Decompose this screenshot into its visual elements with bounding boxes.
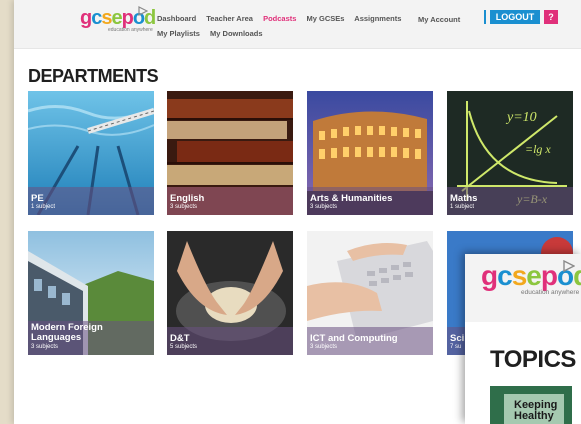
nav-my-downloads[interactable]: My Downloads — [210, 29, 263, 38]
logo-letter: e — [526, 260, 542, 291]
nav-teacher-area[interactable]: Teacher Area — [206, 14, 253, 23]
logo-letter: e — [111, 7, 122, 29]
logo-letter: s — [511, 260, 528, 291]
help-button[interactable]: ? — [544, 10, 558, 24]
topics-title: TOPICS — [490, 346, 576, 373]
nav-podcasts[interactable]: Podcasts — [263, 14, 296, 23]
site-logo[interactable]: gcsepod education anywhere — [80, 6, 156, 34]
department-name: ICT and Computing — [310, 333, 398, 344]
subject-count: 7 su — [450, 344, 462, 350]
header-divider — [484, 10, 486, 24]
logo-tagline: education anywhere — [108, 27, 153, 33]
subject-count: 3 subjects — [310, 344, 338, 350]
topic-card-label: Keeping Healthy — [514, 400, 557, 422]
nav-my-gcses[interactable]: My GCSEs — [307, 14, 345, 23]
logo-letter: c — [91, 7, 102, 29]
nav-dashboard[interactable]: Dashboard — [157, 14, 196, 23]
tile-caption — [28, 187, 154, 215]
topic-card-keeping-healthy[interactable]: Keeping Healthy — [490, 386, 572, 424]
my-account-link[interactable]: My Account — [418, 15, 460, 24]
subject-count: 3 subjects — [310, 204, 338, 210]
logo-letter: p — [121, 7, 134, 29]
topic-card-label-line2: Healthy — [514, 410, 554, 422]
svg-text:=lg x: =lg x — [525, 142, 551, 156]
subject-count: 1 subject — [450, 204, 475, 210]
department-name: D&T — [170, 333, 190, 344]
department-name: Maths — [450, 193, 478, 204]
department-tile-arts-humanities[interactable]: Arts & Humanities 3 subjects — [307, 91, 433, 215]
primary-nav: Dashboard Teacher Area Podcasts My GCSEs… — [157, 14, 409, 23]
site-header: gcsepod education anywhere Dashboard Tea… — [14, 0, 581, 49]
department-name-line2: Languages — [31, 331, 82, 343]
subject-count: 3 subjects — [170, 204, 198, 210]
department-name: Modern Foreign Languages — [31, 323, 103, 342]
department-tile-modern-foreign-languages[interactable]: Modern Foreign Languages 3 subjects — [28, 231, 154, 355]
logout-button[interactable]: LOGOUT — [490, 10, 540, 24]
logo-letter: s — [101, 7, 112, 29]
podcast-play-icon — [563, 260, 575, 272]
logo-letter: g — [481, 260, 498, 291]
logo-tagline: education anywhere — [521, 289, 580, 296]
department-name: PE — [31, 193, 44, 204]
logo-letter: c — [497, 260, 513, 291]
page-title: DEPARTMENTS — [28, 66, 159, 86]
nav-my-playlists[interactable]: My Playlists — [157, 29, 200, 38]
nav-assignments[interactable]: Assignments — [354, 14, 401, 23]
department-tile-pe[interactable]: PE 1 subject — [28, 91, 154, 215]
department-name: Arts & Humanities — [310, 193, 393, 204]
logo-letter: g — [80, 7, 92, 29]
department-name: Sci — [450, 333, 465, 344]
department-tile-maths[interactable]: y=10 =lg x y=B-x Maths 1 subject — [447, 91, 573, 215]
subject-count: 1 subject — [31, 204, 56, 210]
topics-window-header: gcsepod education anywhere — [465, 254, 581, 322]
department-tile-ict-computing[interactable]: ICT and Computing 3 subjects — [307, 231, 433, 355]
podcast-play-icon — [138, 6, 148, 16]
department-name: English — [170, 193, 205, 204]
department-tile-dt[interactable]: D&T 5 subjects — [167, 231, 293, 355]
department-tile-english[interactable]: English 3 subjects — [167, 91, 293, 215]
subject-count: 3 subjects — [31, 344, 59, 350]
subject-count: 5 subjects — [170, 344, 198, 350]
svg-text:y=10: y=10 — [505, 110, 537, 125]
topics-window: gcsepod education anywhere TOPICS Keepin… — [465, 254, 581, 424]
site-logo[interactable]: gcsepod education anywhere — [481, 260, 581, 298]
secondary-nav: My Playlists My Downloads — [157, 29, 271, 38]
logo-letter: p — [540, 260, 558, 291]
